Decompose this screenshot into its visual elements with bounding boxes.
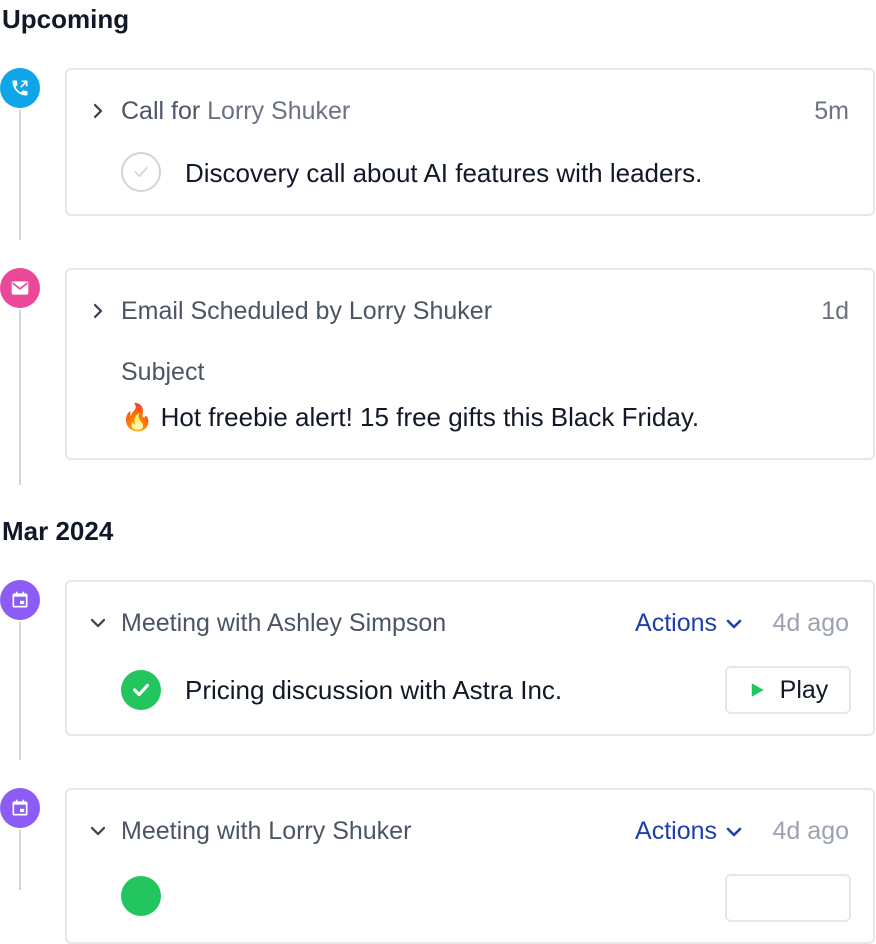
timeline-card-call: Call for Lorry Shuker 5m Discovery call … [65,68,875,216]
timeline-card-meeting: Meeting with Ashley Simpson Actions 4d a… [65,580,875,736]
time-ago: 4d ago [772,817,849,845]
chevron-right-icon[interactable] [89,102,107,120]
complete-checkbox[interactable] [121,152,161,192]
time-ago: 5m [814,97,849,125]
chevron-down-icon[interactable] [89,614,107,632]
play-label: Play [779,675,829,704]
actions-label: Actions [635,817,717,845]
subject-label: Subject [121,358,205,386]
timeline-line [19,830,21,890]
chevron-right-icon[interactable] [89,302,107,320]
timeline-card-email: Email Scheduled by Lorry Shuker 1d Subje… [65,268,875,460]
card-title[interactable]: Meeting with Ashley Simpson [121,609,446,638]
timeline-line [19,110,21,240]
title-prefix: Call for [121,97,201,125]
check-icon [134,167,148,177]
actions-dropdown[interactable]: Actions [635,817,743,846]
chevron-down-icon [726,827,742,836]
card-title[interactable]: Meeting with Lorry Shuker [121,817,411,846]
task-description: Discovery call about AI features with le… [185,158,703,188]
completed-check[interactable] [121,876,161,916]
meeting-description: Pricing discussion with Astra Inc. [185,675,563,705]
card-title[interactable]: Call for Lorry Shuker [121,97,350,126]
actions-dropdown[interactable]: Actions [635,609,743,638]
section-title-upcoming: Upcoming [2,4,130,34]
time-ago: 1d [821,297,849,325]
subject-text: Hot freebie alert! 15 free gifts this Bl… [160,402,700,432]
check-icon [132,683,150,697]
email-subject: 🔥 Hot freebie alert! 15 free gifts this … [121,402,699,433]
timeline-line [19,622,21,760]
chevron-down-icon [726,619,742,628]
fire-icon: 🔥 [121,402,154,432]
actions-label: Actions [635,609,717,637]
play-button[interactable]: Play [725,666,851,714]
mail-icon [0,268,40,308]
play-button[interactable] [725,874,851,922]
card-title[interactable]: Email Scheduled by Lorry Shuker [121,297,492,326]
calendar-icon [0,788,40,828]
timeline-line [19,310,21,485]
contact-name: Lorry Shuker [207,97,351,125]
play-icon [751,683,764,697]
completed-check[interactable] [121,670,161,710]
timeline-card-meeting: Meeting with Lorry Shuker Actions 4d ago [65,788,875,944]
phone-outgoing-icon [0,68,40,108]
section-title-mar-2024: Mar 2024 [2,516,114,546]
calendar-icon [0,580,40,620]
chevron-down-icon[interactable] [89,822,107,840]
time-ago: 4d ago [772,609,849,637]
